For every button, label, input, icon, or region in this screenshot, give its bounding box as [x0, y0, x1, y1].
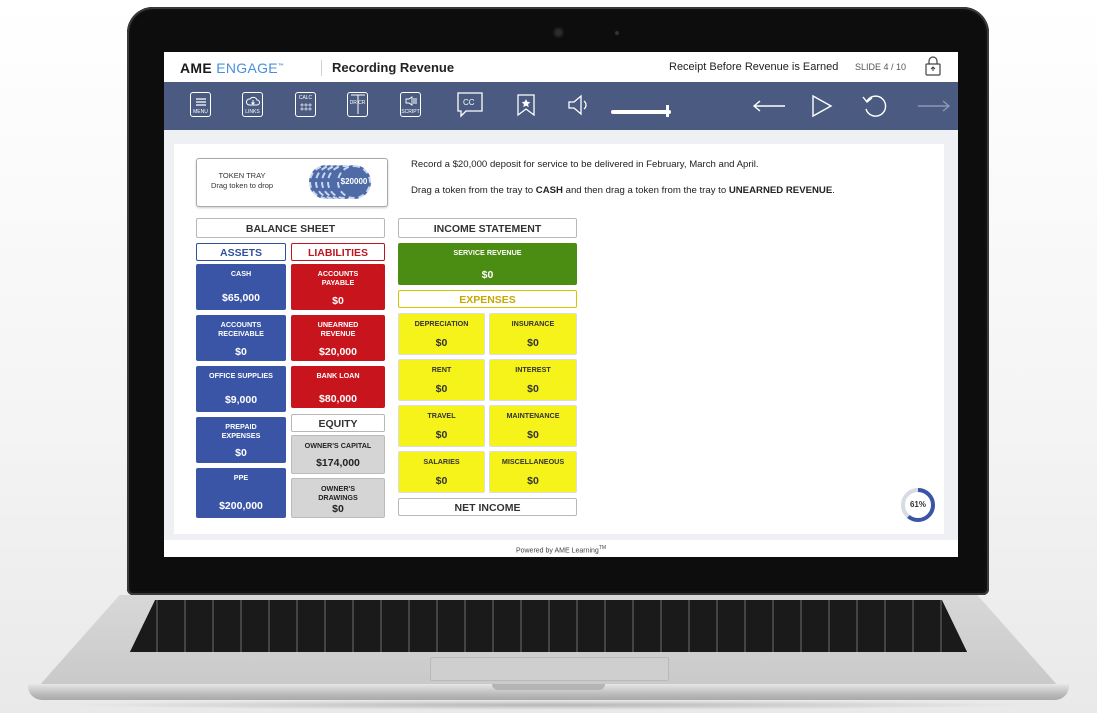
play-icon[interactable] — [811, 94, 833, 118]
account-unearned-revenue[interactable]: UNEARNED REVENUE $20,000 — [291, 315, 385, 361]
balance-sheet-header: BALANCE SHEET — [196, 218, 385, 238]
volume-slider[interactable] — [611, 110, 671, 114]
laptop-trackpad — [430, 657, 669, 681]
liabilities-header: LIABILITIES — [291, 243, 385, 261]
slide-number: SLIDE 4 / 10 — [855, 62, 907, 72]
script-button[interactable]: SCRIPT — [400, 92, 421, 117]
menu-button[interactable]: MENU — [190, 92, 211, 117]
account-owners-drawings[interactable]: OWNER'S DRAWINGS $0 — [291, 478, 385, 518]
dr-cr-button[interactable]: DR CR — [347, 92, 368, 117]
brand-logo: AME ENGAGE™ — [180, 60, 285, 76]
app-header: AME ENGAGE™ Recording Revenue Receipt Be… — [164, 52, 958, 82]
equity-header: EQUITY — [291, 414, 385, 432]
menu-icon — [195, 98, 206, 106]
account-maintenance[interactable]: MAINTENANCE $0 — [489, 405, 577, 447]
account-depreciation[interactable]: DEPRECIATION $0 — [398, 313, 485, 355]
speaker-icon[interactable] — [567, 94, 591, 116]
activity-panel: TOKEN TRAY Drag token to drop $20000 Rec… — [174, 144, 944, 534]
expenses-header: EXPENSES — [398, 290, 577, 308]
lock-icon[interactable] — [924, 56, 942, 76]
income-statement-header: INCOME STATEMENT — [398, 218, 577, 238]
account-accounts-payable[interactable]: ACCOUNTS PAYABLE $0 — [291, 264, 385, 310]
assets-header: ASSETS — [196, 243, 286, 261]
calculator-icon — [300, 103, 311, 111]
account-prepaid-expenses[interactable]: PREPAID EXPENSES $0 — [196, 417, 286, 463]
account-ppe[interactable]: PPE $200,000 — [196, 468, 286, 518]
account-service-revenue[interactable]: SERVICE REVENUE $0 — [398, 243, 577, 285]
laptop-shadow — [60, 700, 1037, 710]
toolbar: MENU LINKS CALC DR CR SCRIPT CC — [164, 82, 958, 130]
back-arrow-icon[interactable] — [752, 100, 786, 112]
account-insurance[interactable]: INSURANCE $0 — [489, 313, 577, 355]
header-divider — [321, 60, 322, 76]
calculator-button[interactable]: CALC — [295, 92, 316, 117]
forward-arrow-icon[interactable] — [917, 100, 951, 112]
account-cash[interactable]: CASH $65,000 — [196, 264, 286, 310]
camera-led — [615, 31, 619, 35]
laptop-notch — [492, 684, 605, 690]
account-office-supplies[interactable]: OFFICE SUPPLIES $9,000 — [196, 366, 286, 412]
progress-label: 61% — [909, 500, 926, 509]
account-accounts-receivable[interactable]: ACCOUNTS RECEIVABLE $0 — [196, 315, 286, 361]
slide-title: Receipt Before Revenue is Earned — [669, 61, 839, 73]
token-tray-label: TOKEN TRAY Drag token to drop — [210, 171, 274, 190]
footer: Powered by AME LearningTM — [164, 540, 958, 557]
replay-icon[interactable] — [861, 92, 889, 120]
account-travel[interactable]: TRAVEL $0 — [398, 405, 485, 447]
instruction-line-1: Record a $20,000 deposit for service to … — [411, 159, 759, 170]
script-icon — [405, 96, 417, 106]
token-tray: TOKEN TRAY Drag token to drop $20000 — [196, 158, 388, 207]
account-miscellaneous[interactable]: MISCELLANEOUS $0 — [489, 451, 577, 493]
instruction-line-2: Drag a token from the tray to CASH and t… — [411, 185, 835, 196]
net-income-label: NET INCOME — [398, 498, 577, 516]
token[interactable]: $20000 — [337, 165, 371, 199]
links-icon — [245, 96, 260, 106]
lesson-title: Recording Revenue — [332, 60, 455, 75]
laptop-screen: AME ENGAGE™ Recording Revenue Receipt Be… — [164, 52, 958, 557]
webcam — [553, 27, 564, 38]
account-rent[interactable]: RENT $0 — [398, 359, 485, 401]
volume-slider-handle[interactable] — [666, 105, 670, 117]
account-salaries[interactable]: SALARIES $0 — [398, 451, 485, 493]
account-owners-capital[interactable]: OWNER'S CAPITAL $174,000 — [291, 435, 385, 474]
laptop-keyboard — [130, 600, 967, 652]
account-interest[interactable]: INTEREST $0 — [489, 359, 577, 401]
bookmark-icon[interactable] — [516, 93, 536, 117]
account-bank-loan[interactable]: BANK LOAN $80,000 — [291, 366, 385, 408]
links-button[interactable]: LINKS — [242, 92, 263, 117]
